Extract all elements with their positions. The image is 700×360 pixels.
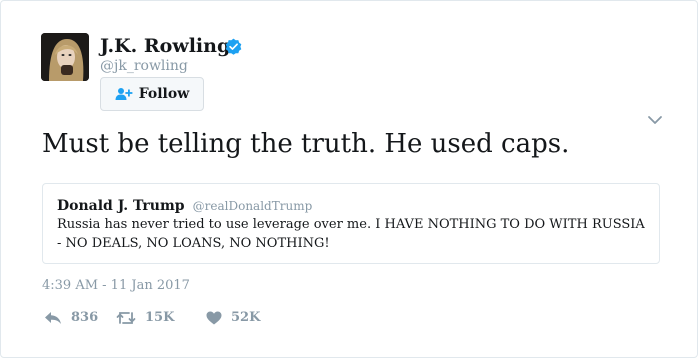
heart-icon (206, 311, 222, 324)
quoted-tweet[interactable]: Donald J. Trump @realDonaldTrump Russia … (42, 183, 660, 264)
tweet-timestamp[interactable]: 4:39 AM - 11 Jan 2017 (42, 278, 190, 293)
follow-button-label: Follow (138, 86, 190, 102)
reply-icon (45, 311, 61, 324)
author-handle[interactable]: @jk_rowling (100, 58, 188, 74)
quoted-tweet-text: Russia has never tried to use leverage o… (57, 217, 645, 251)
retweet-icon (116, 311, 136, 324)
tweet-card: J.K. Rowling @jk_rowling Follow Must be … (0, 0, 698, 358)
verified-badge-icon (225, 38, 242, 55)
chevron-down-icon[interactable] (647, 114, 663, 126)
avatar[interactable] (41, 33, 89, 81)
retweet-count: 15K (145, 310, 175, 325)
reply-count: 836 (71, 310, 99, 325)
tweet-actions: 836 15K 52K (44, 310, 260, 325)
add-user-icon (115, 88, 133, 100)
quoted-tweet-header: Donald J. Trump @realDonaldTrump (57, 195, 312, 214)
reply-button[interactable]: 836 (44, 310, 116, 325)
follow-button[interactable]: Follow (100, 77, 204, 111)
tweet-text: Must be telling the truth. He used caps. (42, 129, 570, 159)
like-button[interactable]: 52K (206, 310, 260, 325)
quoted-author-handle: @realDonaldTrump (192, 199, 313, 213)
retweet-button[interactable]: 15K (116, 310, 206, 325)
quoted-author-name: Donald J. Trump (57, 198, 185, 214)
author-name[interactable]: J.K. Rowling (100, 35, 230, 57)
like-count: 52K (231, 310, 261, 325)
